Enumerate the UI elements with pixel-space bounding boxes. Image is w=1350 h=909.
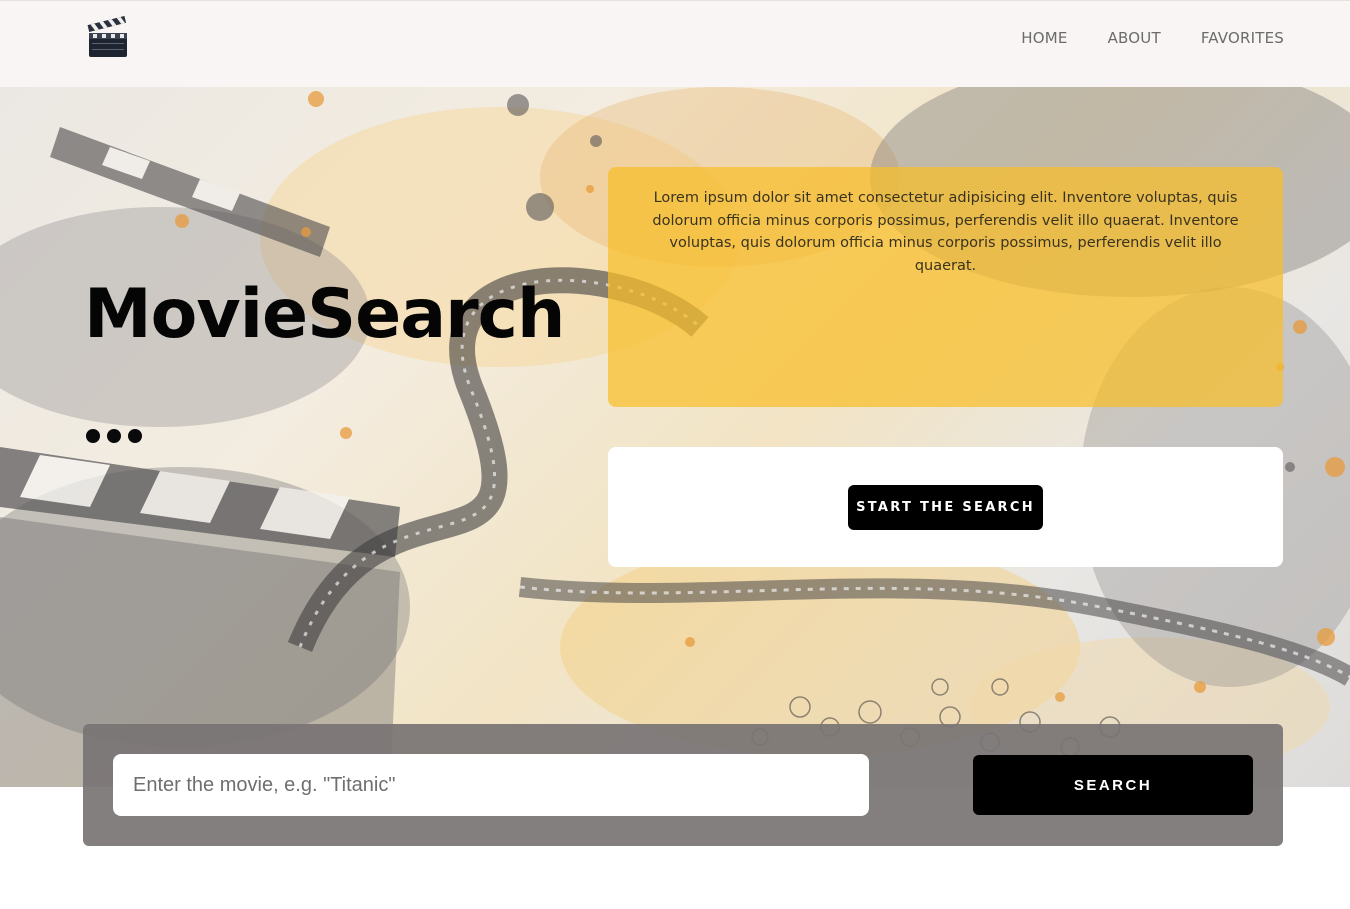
search-panel: SEARCH xyxy=(83,724,1283,846)
dot xyxy=(86,429,100,443)
description-text: Lorem ipsum dolor sit amet consectetur a… xyxy=(652,190,1239,274)
clapperboard-icon[interactable] xyxy=(86,15,130,60)
nav-favorites[interactable]: FAVORITES xyxy=(1201,29,1284,47)
search-input[interactable] xyxy=(113,754,869,816)
site-header: HOME ABOUT FAVORITES xyxy=(0,0,1350,87)
description-card: Lorem ipsum dolor sit amet consectetur a… xyxy=(608,167,1283,407)
hero-section: MovieSearch Lorem ipsum dolor sit amet c… xyxy=(0,87,1350,787)
nav-home[interactable]: HOME xyxy=(1021,29,1067,47)
main-nav: HOME ABOUT FAVORITES xyxy=(1021,29,1284,47)
cta-card: START THE SEARCH xyxy=(608,447,1283,567)
page-title: MovieSearch xyxy=(84,275,565,354)
ellipsis-icon xyxy=(86,429,142,443)
search-button[interactable]: SEARCH xyxy=(973,755,1253,815)
start-search-button[interactable]: START THE SEARCH xyxy=(848,485,1043,530)
dot xyxy=(107,429,121,443)
nav-about[interactable]: ABOUT xyxy=(1108,29,1161,47)
dot xyxy=(128,429,142,443)
